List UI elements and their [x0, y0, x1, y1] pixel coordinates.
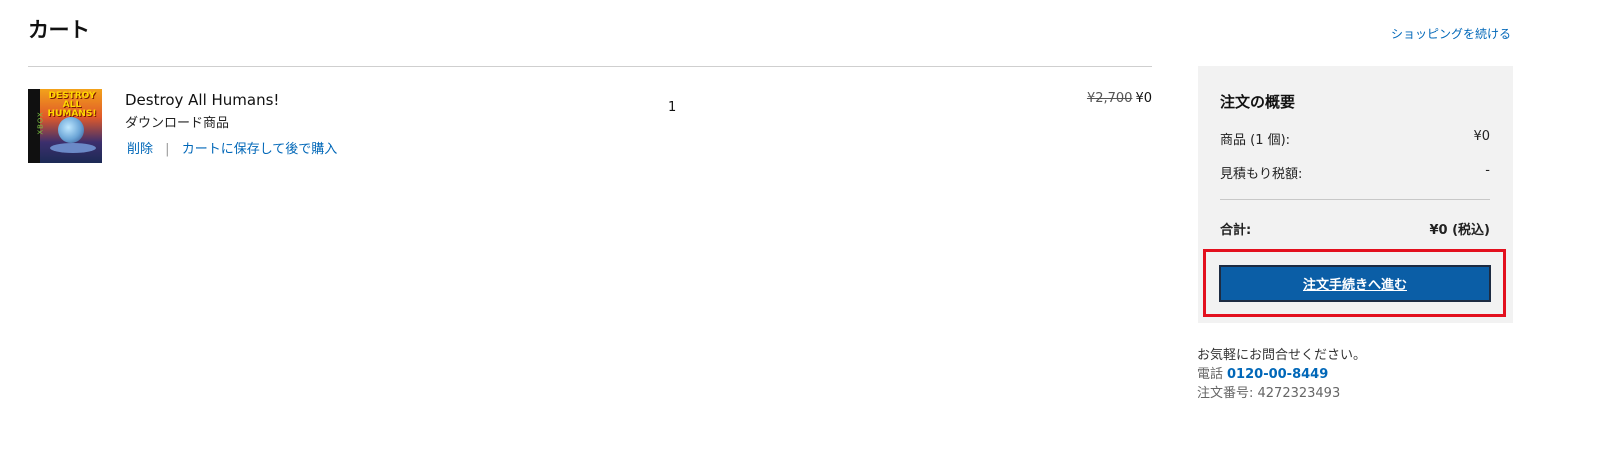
total-label: 合計: [1220, 223, 1252, 238]
header-divider [28, 66, 1152, 67]
sale-price: ¥0 [1135, 91, 1152, 106]
page-title: カート [28, 18, 90, 42]
item-price: ¥2,700 ¥0 [1087, 91, 1152, 106]
tax-value: - [1485, 163, 1490, 178]
product-thumbnail[interactable]: XBOX DESTROY ALL HUMANS! [28, 89, 102, 163]
product-title[interactable]: Destroy All Humans! [125, 91, 279, 109]
order-number: 注文番号: 4272323493 [1197, 386, 1341, 401]
contact-info: お気軽にお問合せください。 電話 0120-00-8449 注文番号: 42723… [1197, 346, 1366, 403]
remove-link[interactable]: 削除 [127, 142, 153, 157]
phone-number-link[interactable]: 0120-00-8449 [1227, 367, 1328, 382]
xbox-band: XBOX [28, 89, 45, 163]
tax-label: 見積もり税額: [1220, 167, 1303, 182]
ship-art [50, 143, 96, 153]
phone-row: 電話 0120-00-8449 [1197, 365, 1366, 384]
game-logo-text: DESTROY ALL HUMANS! [47, 91, 97, 119]
summary-title: 注文の概要 [1220, 93, 1296, 111]
checkout-button[interactable]: 注文手続きへ進む [1219, 265, 1491, 302]
original-price: ¥2,700 [1086, 91, 1133, 106]
action-separator: | [165, 142, 170, 157]
phone-label: 電話 [1197, 367, 1224, 382]
total-value: ¥0 (税込) [1429, 223, 1491, 238]
items-value: ¥0 [1473, 129, 1490, 144]
contact-heading: お気軽にお問合せください。 [1197, 348, 1367, 363]
product-type: ダウンロード商品 [125, 116, 230, 131]
items-label: 商品 (1 個): [1220, 133, 1291, 148]
alien-art [58, 117, 84, 143]
item-actions: 削除 | カートに保存して後で購入 [127, 138, 337, 157]
cart-item: XBOX DESTROY ALL HUMANS! Destroy All Hum… [28, 89, 1152, 169]
quantity[interactable]: 1 [668, 100, 676, 115]
save-for-later-link[interactable]: カートに保存して後で購入 [182, 142, 338, 157]
summary-divider [1220, 199, 1490, 200]
continue-shopping-link[interactable]: ショッピングを続ける [1391, 25, 1511, 42]
